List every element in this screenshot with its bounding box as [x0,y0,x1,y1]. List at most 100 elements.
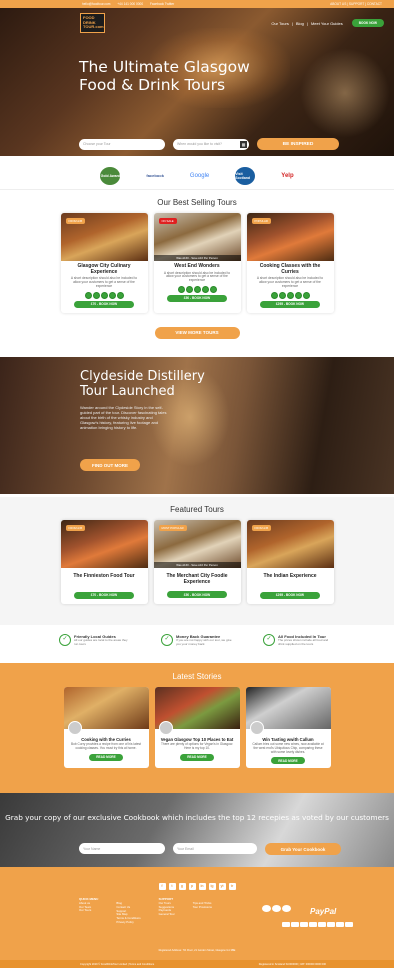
facebook-icon[interactable]: f [158,883,166,890]
tour-tag: ON SALE [158,218,177,224]
rating-icon [209,285,217,293]
card-icon [318,922,326,927]
view-more-button[interactable]: VIEW MORE TOURS [154,326,240,339]
badge-icon [272,905,281,912]
saving-strip: Was £160 - Save £10 Per Person [153,255,241,261]
social-icons: f t g p in ig yt tr [0,867,394,890]
instagram-icon[interactable]: ig [208,883,216,890]
read-more-button[interactable]: READ MORE [180,753,214,761]
tour-card[interactable]: FROM £45 The Finnieston Food Tour £70 - … [60,520,148,604]
nav-guides[interactable]: Meet Your Guides [311,21,343,26]
tour-card[interactable]: FROM £45 Glasgow City Culinary Experienc… [60,213,148,313]
tour-image: ON SALE Was £160 - Save £10 Per Person [153,213,241,261]
check-icon: ✓ [59,634,71,646]
tour-book-button[interactable]: £50 - BOOK NOW [167,591,227,599]
name-input[interactable]: Your Name [79,843,165,854]
google-icon[interactable]: g [178,883,186,890]
tour-title[interactable]: The Finnieston Food Tour [61,568,148,590]
usp-item: ✓ Friendly Local Guides All our guides are… [59,634,131,660]
phone-link[interactable]: +44 141 000 0000 [117,2,143,6]
pinterest-icon[interactable]: p [188,883,196,890]
site-logo[interactable]: FOOD DRINK TOUR.com [80,13,105,33]
rating-icon [84,291,92,299]
tour-title[interactable]: The Merchant City Foodie Experience [154,568,241,589]
usp-item: ✓ Money Back Guarantee If you are not happ… [161,634,233,660]
tour-card[interactable]: FROM £45 The Indian Experience £295 - BO… [246,520,334,604]
card-icon [300,922,308,927]
tour-card[interactable]: ON SALE Was £160 - Save £10 Per Person We… [153,213,241,313]
rating [154,285,241,293]
tour-tag: FROM £45 [65,218,86,224]
top-bar: hello@foodtour.com +44 141 000 0000 Face… [0,0,394,8]
tour-card[interactable]: POPULAR Cooking Classes with the Curries… [246,213,334,313]
rating-icon [302,291,310,299]
youtube-icon[interactable]: yt [218,883,226,890]
saving-strip: Was £160 - Save £10 Per Person [153,562,241,568]
banner-title: Clydeside Distillery Tour Launched [80,369,205,399]
nav-our-tours[interactable]: Our Tours [271,21,289,26]
check-icon: ✓ [263,634,275,646]
tour-image: FROM £45 [246,520,334,568]
tour-book-button[interactable]: £70 - BOOK NOW [74,591,134,599]
email-input[interactable]: Your Email [173,843,257,854]
latest-stories: Latest Stories Cooking with the Curries … [0,663,394,793]
tour-title[interactable]: West End Wonders [154,261,241,271]
grab-cookbook-button[interactable]: Grab Your Cookbook [265,843,341,855]
avatar [249,721,264,735]
calendar-icon[interactable]: ▦ [240,140,247,148]
rating-icon [92,291,100,299]
tour-title[interactable]: The Indian Experience [247,568,334,590]
tour-title[interactable]: Glasgow City Culinary Experience [61,261,148,276]
rating [247,291,334,299]
footer: f t g p in ig yt tr QUICK MENU About us … [0,867,394,960]
nav-blog[interactable]: Blog [296,21,304,26]
card-icon [336,922,344,927]
distillery-banner: Clydeside Distillery Tour Launched Wande… [0,357,394,494]
featured-tours: Featured Tours FROM £45 The Finnieston F… [0,497,394,625]
story-card[interactable]: Win Tasting wwith Callum Callum tries ou… [245,687,331,769]
email-link[interactable]: hello@foodtour.com [82,2,110,6]
bottom-bar: Copyright 2019 © FoodDrinkTour Limited |… [0,960,394,968]
book-now-button[interactable]: BOOK NOW [351,19,384,27]
be-inspired-button[interactable]: BE INSPIRED [257,138,339,150]
tour-book-button[interactable]: £70 - BOOK NOW [74,300,134,308]
paypal-logo: PayPal [310,907,337,916]
footer-link[interactable]: Tour Provisions [193,905,212,910]
cookbook-title: Grab your copy of our exclusive Cookbook… [5,813,389,822]
tripadvisor-icon[interactable]: tr [228,883,236,890]
date-input[interactable]: When would you like to visit? ▦ [173,138,249,150]
best-selling-title: Our Best Selling Tours [157,198,237,207]
tour-book-button[interactable]: £295 - BOOK NOW [260,300,320,308]
read-more-button[interactable]: READ MORE [271,757,305,765]
tour-tag: FROM £45 [251,525,272,531]
tour-title[interactable]: Cooking Classes with the Curries [247,261,334,276]
tour-image: FROM £45 [60,520,148,568]
footer-link[interactable]: Our Tours [79,909,98,913]
social-links[interactable]: Facebook Twitter [150,2,174,6]
story-card[interactable]: Cooking with the Curries Bob Curry provi… [63,687,149,769]
tour-image: FROM £45 [60,213,148,261]
rating-icon [108,291,116,299]
footer-link[interactable]: General Tour [159,912,175,917]
story-card[interactable]: Vegan Glasgow Top 10 Places to Eat There… [154,687,240,769]
hero: FOOD DRINK TOUR.com Our Tours | Blog | Mee… [0,8,394,156]
featured-title: Featured Tours [170,505,224,514]
avatar [67,721,82,735]
tour-book-button[interactable]: £295 - BOOK NOW [260,591,320,599]
usp-item: ✓ All Food Included In Tour The prices sho… [263,634,335,660]
tour-card[interactable]: MOST POPULAR Was £160 - Save £10 Per Pers… [153,520,241,604]
tour-select[interactable]: Choose your Tour [79,138,165,150]
card-icons [282,922,353,927]
copyright[interactable]: Copyright 2019 © FoodDrinkTour Limited |… [80,963,154,966]
footer-link[interactable]: Privacy Policy [116,920,140,925]
rating-icon [201,285,209,293]
linkedin-icon[interactable]: in [198,883,206,890]
partner-logos: Gold Award facebook Google Visit Scotlan… [0,156,394,190]
registered-address: Registered Address: 7th Floor, 21 Gordon… [158,949,236,952]
read-more-button[interactable]: READ MORE [89,753,123,761]
twitter-icon[interactable]: t [168,883,176,890]
find-out-more-button[interactable]: FIND OUT MORE [80,459,140,471]
top-links[interactable]: ABOUT US | SUPPORT | CONTACT [330,2,382,6]
visit-scotland-logo: Visit Scotland [235,166,256,185]
tour-book-button[interactable]: £50 - BOOK NOW [167,294,227,302]
